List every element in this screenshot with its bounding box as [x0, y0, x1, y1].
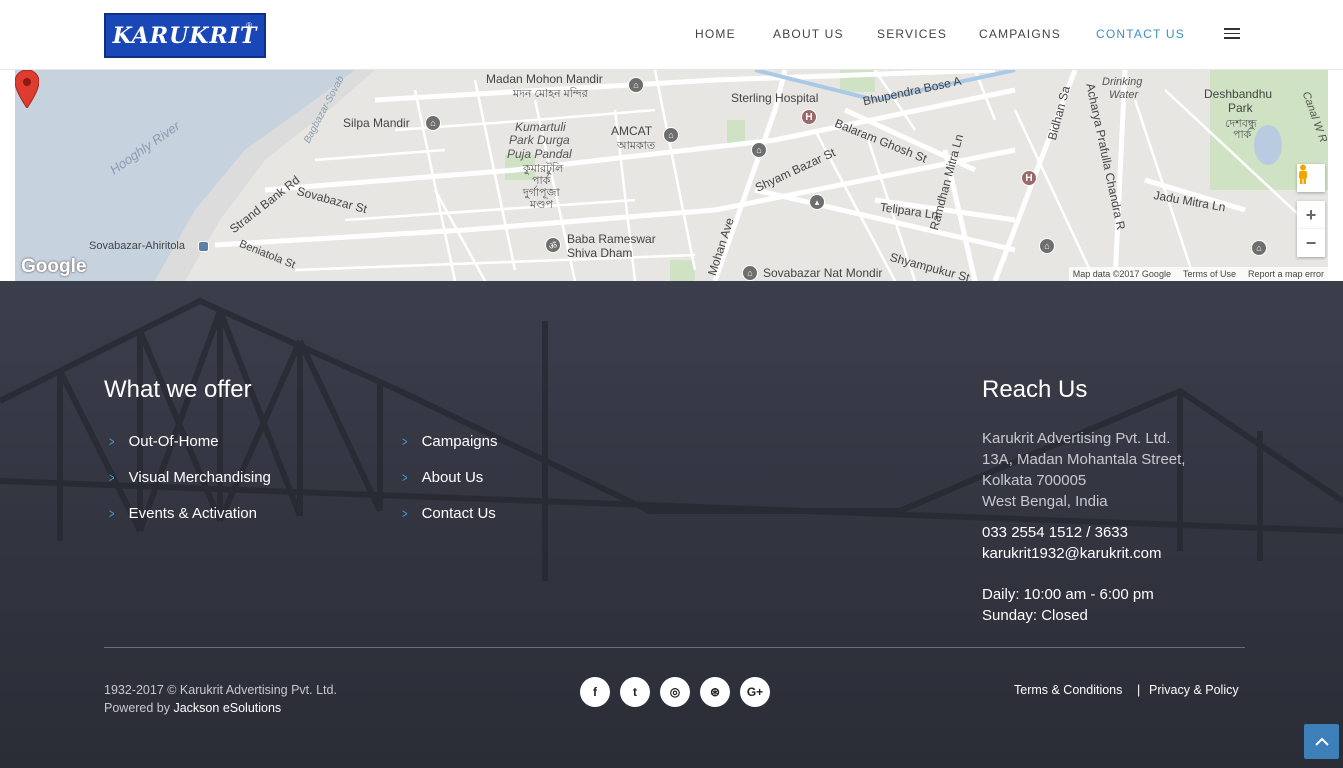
- nav-about-us[interactable]: ABOUT US: [773, 27, 844, 41]
- chevron-right-icon: >: [402, 470, 408, 485]
- hours-sunday: Sunday: Closed: [982, 607, 1088, 624]
- address-line-company: Karukrit Advertising Pvt. Ltd.: [982, 430, 1171, 447]
- footer-link-label: Out-Of-Home: [128, 433, 219, 450]
- google-plus-icon[interactable]: G+: [740, 677, 770, 707]
- hamburger-icon[interactable]: [1224, 28, 1240, 40]
- site-header: KARUKRIT ® HOME ABOUT US SERVICES CAMPAI…: [0, 0, 1343, 70]
- address-line-city: Kolkata 700005: [982, 472, 1087, 489]
- map-label-kumartuli-3: Puja Pandal: [507, 147, 572, 161]
- temple-icon[interactable]: ⌂: [742, 265, 758, 281]
- hours-daily: Daily: 10:00 am - 6:00 pm: [982, 586, 1154, 603]
- map-data-text: Map data ©2017 Google: [1072, 269, 1171, 279]
- google-logo[interactable]: Google: [21, 256, 86, 278]
- map-label-sovabazar-ahiritola: Sovabazar-Ahiritola: [89, 240, 185, 252]
- reach-us-heading: Reach Us: [982, 376, 1088, 403]
- school-icon[interactable]: ▴: [809, 194, 825, 210]
- footer-link-label: Contact Us: [421, 505, 496, 522]
- nav-services[interactable]: SERVICES: [877, 27, 947, 41]
- temple-icon[interactable]: ⌂: [751, 142, 767, 158]
- scroll-to-top-button[interactable]: [1304, 724, 1339, 759]
- address-line-street: 13A, Madan Mohantala Street,: [982, 451, 1186, 468]
- institution-icon[interactable]: ⌂: [663, 127, 679, 143]
- footer-link-label: About Us: [421, 469, 484, 486]
- temple-icon[interactable]: ⌂: [628, 77, 644, 93]
- address-line-state: West Bengal, India: [982, 493, 1108, 510]
- map-label-amcat: AMCAT: [611, 124, 653, 138]
- footer-link-contact-us[interactable]: > Contact Us: [401, 505, 496, 522]
- map-streets: [15, 70, 1328, 281]
- map-report-link[interactable]: Report a map error: [1248, 269, 1324, 279]
- copyright-text: 1932-2017 © Karukrit Advertising Pvt. Lt…: [104, 683, 337, 697]
- pegman-icon[interactable]: [1297, 164, 1325, 192]
- map-label-sterling: Sterling Hospital: [731, 91, 819, 105]
- map-label-madan-mohon: Madan Mohon Mandir: [486, 72, 603, 86]
- footer-link-visual-merchandising[interactable]: > Visual Merchandising: [108, 469, 271, 486]
- map-marker-icon[interactable]: [15, 70, 39, 108]
- map-label-drinking-2: Water: [1109, 89, 1139, 101]
- ferry-icon[interactable]: [198, 241, 209, 252]
- google-map[interactable]: Madan Mohon Mandir মদন মোহন মন্দির ⌂ Sil…: [15, 70, 1328, 281]
- what-we-offer-heading: What we offer: [104, 376, 252, 403]
- footer-link-label: Campaigns: [421, 433, 498, 450]
- legal-separator: |: [1137, 683, 1141, 697]
- map-label-baba-2: Shiva Dham: [567, 246, 633, 260]
- footer-link-campaigns[interactable]: > Campaigns: [401, 433, 497, 450]
- map-label-sovabazar-nat: Sovabazar Nat Mondir: [763, 266, 883, 280]
- footer-divider: [104, 647, 1245, 648]
- museum-icon[interactable]: ⌂: [425, 115, 441, 131]
- footer-link-label: Visual Merchandising: [128, 469, 271, 486]
- map-label-silpa: Silpa Mandir: [343, 116, 410, 130]
- map-label-kumartuli-bn-4: মণ্ডপ: [530, 199, 553, 211]
- map-label-madan-mohon-bn: মদন মোহন মন্দির: [513, 88, 588, 100]
- powered-by-prefix: Powered by: [104, 701, 174, 715]
- map-label-kumartuli-1: Kumartuli: [515, 120, 566, 134]
- chevron-up-icon: [1314, 737, 1329, 746]
- map-terms-link[interactable]: Terms of Use: [1183, 269, 1236, 279]
- hospital-icon[interactable]: H: [801, 109, 817, 125]
- footer-link-out-of-home[interactable]: > Out-Of-Home: [108, 433, 219, 450]
- map-label-baba-1: Baba Rameswar: [567, 232, 656, 246]
- powered-by-line: Powered by Jackson eSolutions: [104, 701, 281, 715]
- zoom-out-button[interactable]: −: [1297, 229, 1325, 257]
- om-temple-icon[interactable]: ॐ: [545, 237, 561, 253]
- footer-link-events-activation[interactable]: > Events & Activation: [108, 505, 257, 522]
- chevron-right-icon: >: [402, 506, 408, 521]
- main-nav: HOME ABOUT US SERVICES CAMPAIGNS CONTACT…: [0, 27, 1343, 43]
- dribbble-icon[interactable]: ⊛: [700, 677, 730, 707]
- zoom-in-button[interactable]: +: [1297, 201, 1325, 229]
- terms-conditions-link[interactable]: Terms & Conditions: [1014, 683, 1122, 697]
- nav-campaigns[interactable]: CAMPAIGNS: [979, 27, 1061, 41]
- facebook-icon[interactable]: f: [580, 677, 610, 707]
- hospital-icon[interactable]: H: [1021, 170, 1037, 186]
- nav-home[interactable]: HOME: [695, 27, 736, 41]
- map-label-drinking-1: Drinking: [1102, 76, 1143, 88]
- email-link[interactable]: karukrit1932@karukrit.com: [982, 545, 1161, 562]
- powered-by-link[interactable]: Jackson eSolutions: [173, 701, 281, 715]
- map-label-deshbandhu-2: Park: [1228, 101, 1253, 115]
- twitter-icon[interactable]: t: [620, 677, 650, 707]
- map-label-deshbandhu-bn-2: পার্ক: [1233, 129, 1252, 141]
- phone-number[interactable]: 033 2554 1512 / 3633: [982, 524, 1128, 541]
- map-label-deshbandhu-1: Deshbandhu: [1204, 87, 1273, 101]
- chevron-right-icon: >: [109, 506, 115, 521]
- museum-icon[interactable]: ⌂: [1251, 240, 1267, 256]
- site-footer: What we offer > Out-Of-Home > Visual Merch…: [0, 281, 1343, 768]
- map-label-kumartuli-2: Park Durga: [509, 133, 570, 147]
- privacy-policy-link[interactable]: Privacy & Policy: [1149, 683, 1239, 697]
- map-attribution: Map data ©2017 Google Terms of Use Repor…: [1068, 267, 1328, 281]
- instagram-icon[interactable]: ◎: [660, 677, 690, 707]
- footer-link-about-us[interactable]: > About Us: [401, 469, 483, 486]
- chevron-right-icon: >: [109, 470, 115, 485]
- map-label-amcat-bn: আমকাত: [617, 140, 656, 152]
- temple-icon[interactable]: ⌂: [1039, 238, 1055, 254]
- chevron-right-icon: >: [402, 434, 408, 449]
- footer-link-label: Events & Activation: [128, 505, 257, 522]
- nav-contact-us[interactable]: CONTACT US: [1096, 27, 1185, 41]
- chevron-right-icon: >: [109, 434, 115, 449]
